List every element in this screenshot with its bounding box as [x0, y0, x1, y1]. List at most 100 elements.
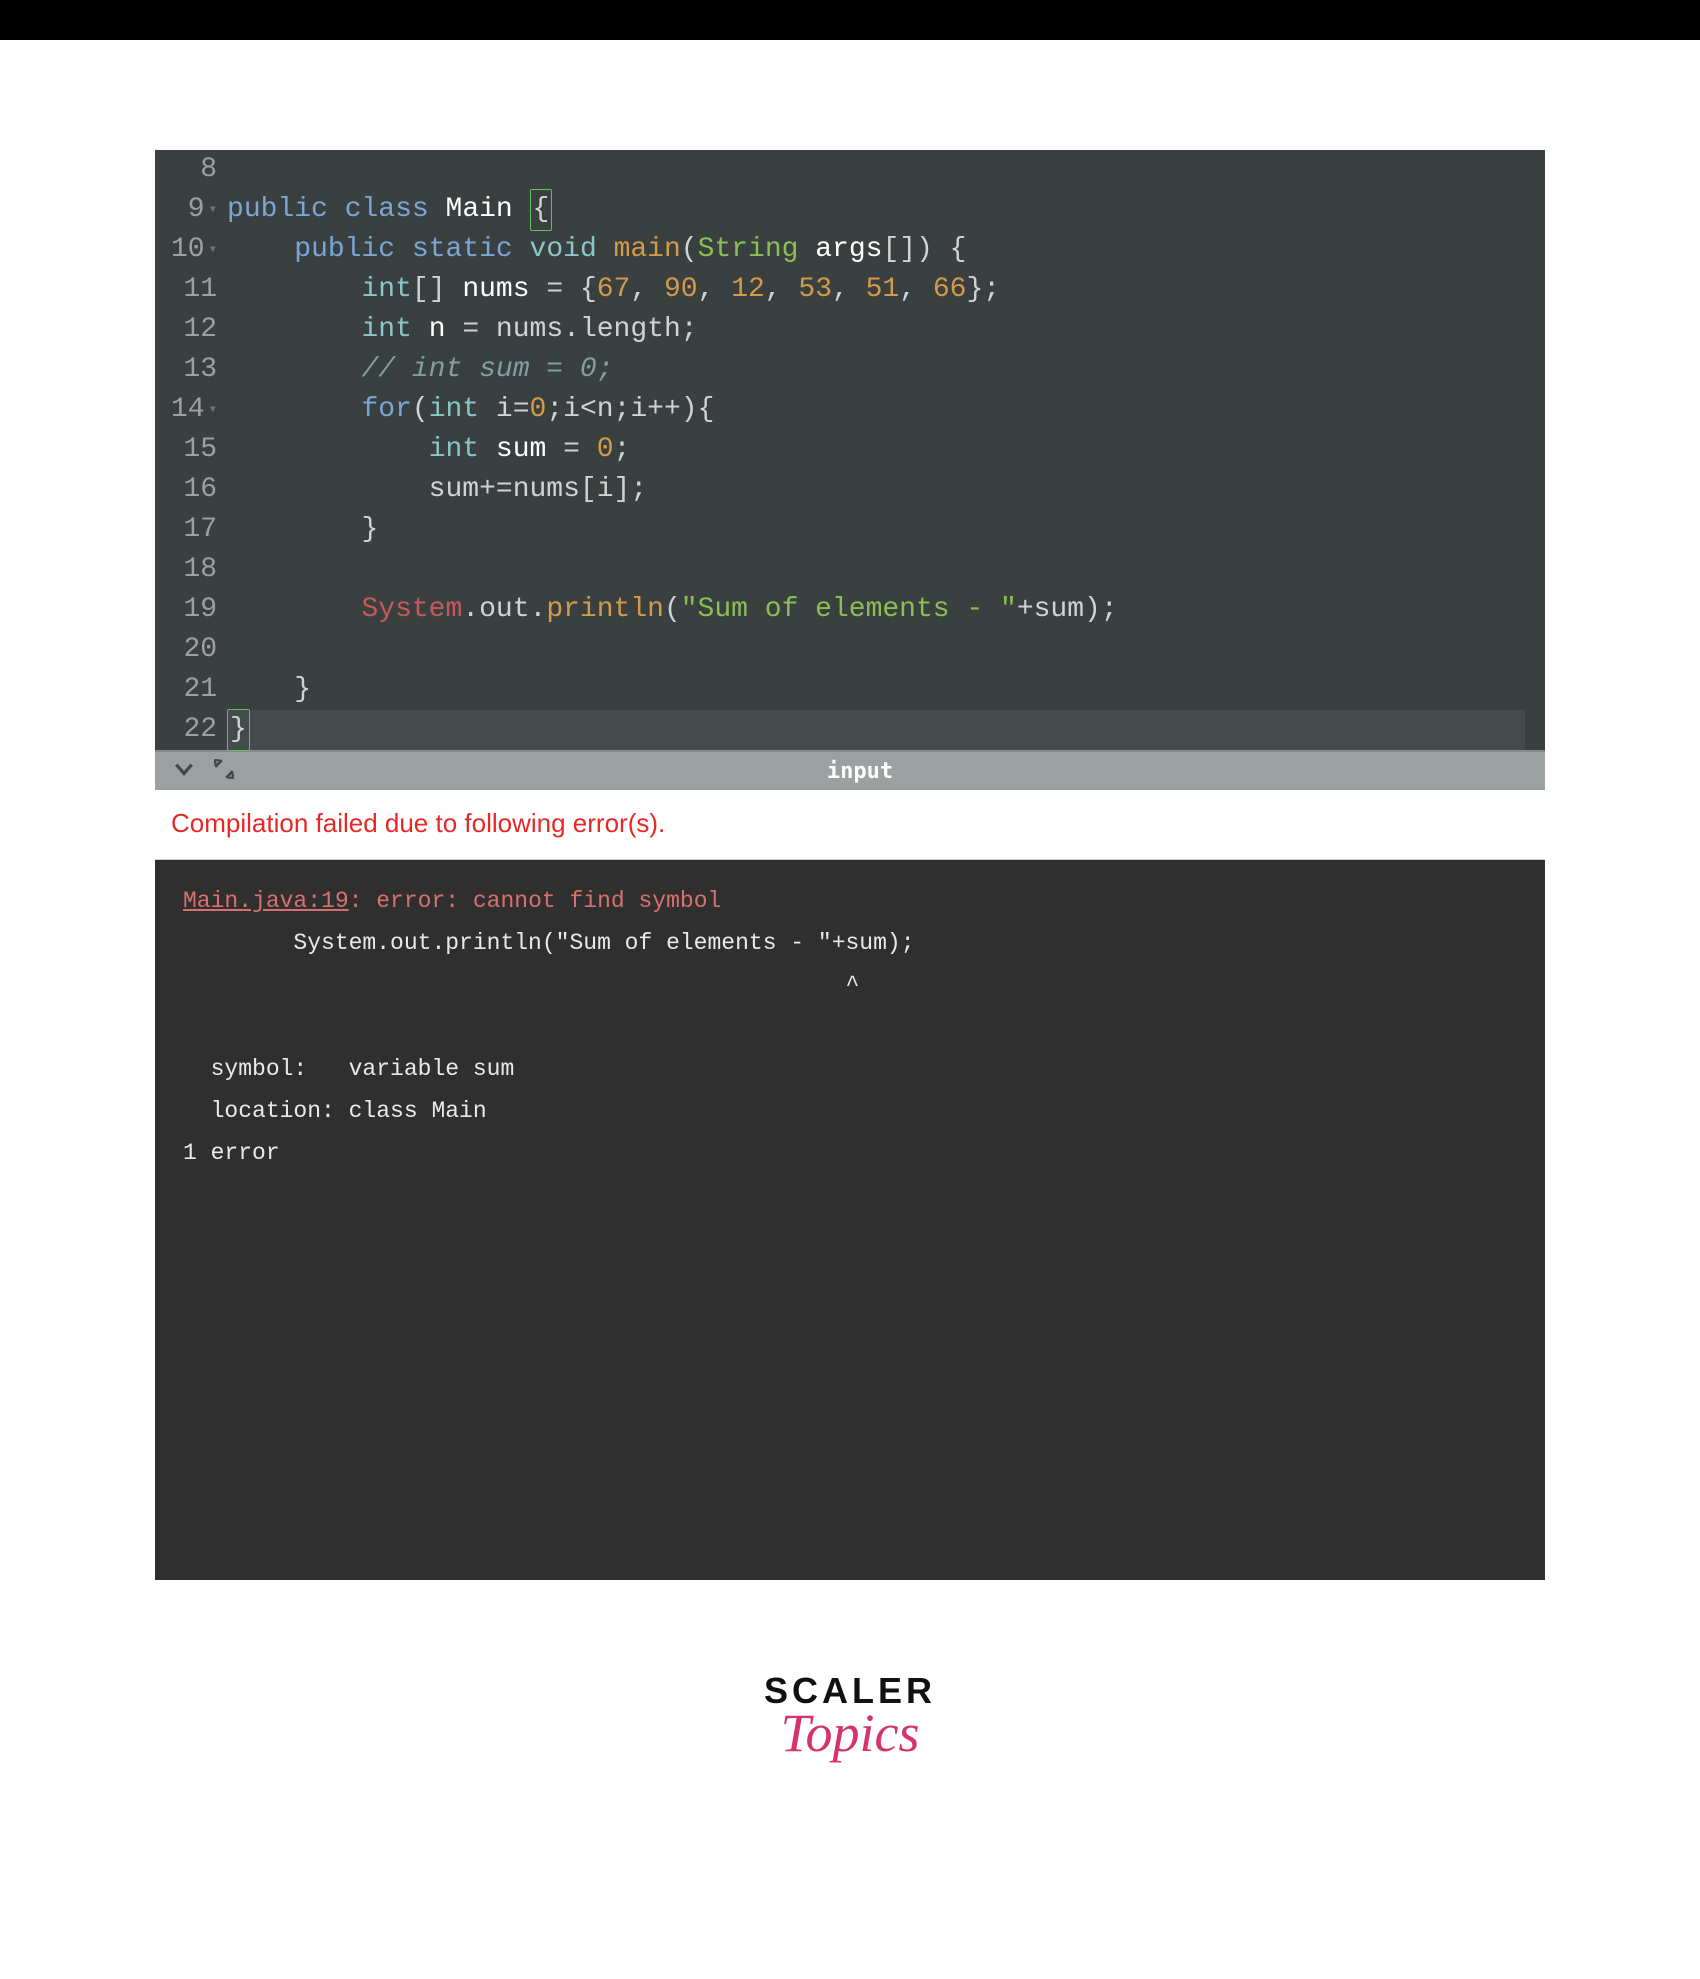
output-console[interactable]: Main.java:19: error: cannot find symbol … [155, 860, 1545, 1580]
code-token [227, 270, 361, 310]
code-token: // int sum = 0; [361, 350, 613, 390]
console-line: System.out.println("Sum of elements - "+… [183, 930, 915, 956]
code-token: ;i<n;i++){ [546, 390, 714, 430]
code-token: , [899, 270, 933, 310]
line-number: 8 [171, 150, 217, 190]
logo-bottom: Topics [0, 1702, 1700, 1764]
code-token [227, 430, 429, 470]
code-token: nums [462, 270, 529, 310]
code-token: n [429, 310, 446, 350]
line-number: 9▾ [171, 190, 217, 230]
code-token: for [361, 390, 411, 430]
code-token: 12 [731, 270, 765, 310]
input-label: input [175, 759, 1545, 784]
code-token: ( [681, 230, 698, 270]
code-token: class [345, 190, 429, 230]
code-token: i= [479, 390, 529, 430]
code-line[interactable]: // int sum = 0; [227, 350, 1525, 390]
input-section-bar: input [155, 750, 1545, 790]
code-line[interactable] [227, 550, 1525, 590]
code-token: sum+=nums[i]; [227, 470, 647, 510]
code-token: String [698, 230, 799, 270]
code-token [227, 390, 361, 430]
code-token [798, 230, 815, 270]
code-token [227, 230, 294, 270]
code-token: main [614, 230, 681, 270]
code-editor[interactable]: 89▾10▾11121314▾1516171819202122 public c… [155, 150, 1545, 750]
code-token: , [630, 270, 664, 310]
code-token: public [294, 230, 395, 270]
code-line[interactable] [227, 630, 1525, 670]
line-number: 13 [171, 350, 217, 390]
main-container: 89▾10▾11121314▾1516171819202122 public c… [155, 150, 1545, 1580]
fold-toggle-icon[interactable]: ▾ [209, 230, 217, 270]
code-token: ( [412, 390, 429, 430]
code-token [479, 430, 496, 470]
code-token: , [698, 270, 732, 310]
fold-toggle-icon[interactable]: ▾ [209, 390, 217, 430]
fold-toggle-icon[interactable]: ▾ [209, 190, 217, 230]
code-line[interactable]: } [227, 710, 1525, 750]
line-number: 10▾ [171, 230, 217, 270]
line-number: 20 [171, 630, 217, 670]
code-token: 90 [664, 270, 698, 310]
compilation-error-banner: Compilation failed due to following erro… [155, 790, 1545, 860]
code-token: } [227, 709, 250, 751]
code-token [429, 190, 446, 230]
console-caret: ^ [183, 972, 859, 998]
code-token: []) { [882, 230, 966, 270]
code-token: { [530, 189, 553, 231]
code-token: } [227, 510, 378, 550]
code-token: = { [530, 270, 597, 310]
code-token [227, 310, 361, 350]
code-token [513, 190, 530, 230]
code-line[interactable]: System.out.println("Sum of elements - "+… [227, 590, 1525, 630]
code-token: System [361, 590, 462, 630]
code-token: public [227, 190, 328, 230]
error-text: : error: cannot find symbol [349, 888, 722, 914]
code-line[interactable]: int sum = 0; [227, 430, 1525, 470]
line-number: 19 [171, 590, 217, 630]
code-token: 0 [597, 430, 614, 470]
code-token: , [832, 270, 866, 310]
code-line[interactable]: public class Main { [227, 190, 1525, 230]
code-token: ( [664, 590, 681, 630]
code-token: 0 [530, 390, 547, 430]
top-black-bar [0, 0, 1700, 40]
console-symbol: symbol: variable sum [183, 1056, 514, 1082]
code-token: void [530, 230, 597, 270]
code-line[interactable]: sum+=nums[i]; [227, 470, 1525, 510]
code-token: ; [614, 430, 631, 470]
line-number: 11 [171, 270, 217, 310]
code-token [513, 230, 530, 270]
code-token [227, 350, 361, 390]
editor-code-area[interactable]: public class Main { public static void m… [227, 150, 1545, 750]
code-line[interactable]: public static void main(String args[]) { [227, 230, 1525, 270]
code-line[interactable]: } [227, 670, 1525, 710]
line-number: 18 [171, 550, 217, 590]
code-token: args [815, 230, 882, 270]
line-number: 17 [171, 510, 217, 550]
code-token: "Sum of elements - " [681, 590, 1017, 630]
line-number: 16 [171, 470, 217, 510]
code-token: } [227, 670, 311, 710]
code-token: 51 [866, 270, 900, 310]
line-number: 21 [171, 670, 217, 710]
code-token [395, 230, 412, 270]
code-token: }; [966, 270, 1000, 310]
code-token: int [429, 390, 479, 430]
code-token: int [429, 430, 479, 470]
console-error-count: 1 error [183, 1140, 280, 1166]
code-line[interactable]: for(int i=0;i<n;i++){ [227, 390, 1525, 430]
code-token [328, 190, 345, 230]
code-line[interactable]: int n = nums.length; [227, 310, 1525, 350]
code-line[interactable]: } [227, 510, 1525, 550]
code-token: println [546, 590, 664, 630]
code-token: static [412, 230, 513, 270]
code-token: .out. [462, 590, 546, 630]
code-line[interactable]: int[] nums = {67, 90, 12, 53, 51, 66}; [227, 270, 1525, 310]
code-token [227, 590, 361, 630]
code-line[interactable] [227, 150, 1525, 190]
line-number: 15 [171, 430, 217, 470]
console-location: location: class Main [183, 1098, 487, 1124]
